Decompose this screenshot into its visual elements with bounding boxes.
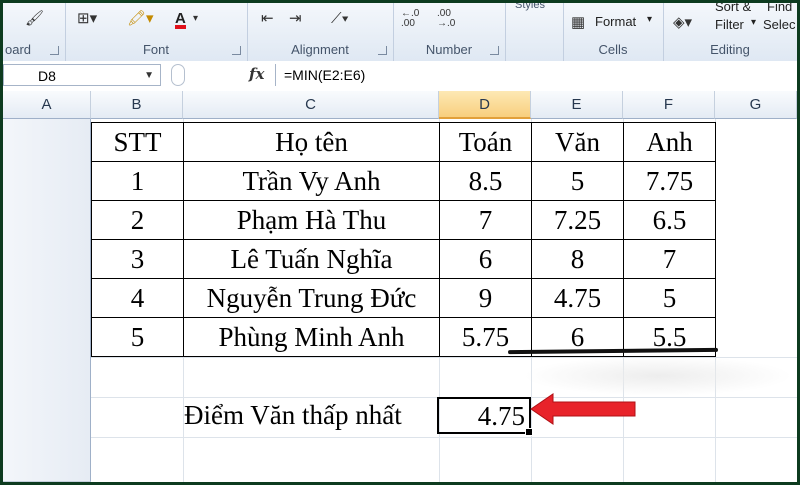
table-cell[interactable]: 2 [91, 200, 184, 240]
sort-filter-label[interactable]: Sort & [715, 3, 751, 14]
table-row: 4 Nguyễn Trung Đức 9 4.75 5 [91, 278, 716, 318]
table-cell[interactable]: 4 [91, 278, 184, 318]
table-cell[interactable]: Phùng Minh Anh [183, 317, 440, 357]
header-cell-name[interactable]: Họ tên [183, 122, 440, 162]
format-painter-icon[interactable]: 🖌 [25, 9, 44, 29]
column-header-D[interactable]: D [439, 91, 531, 119]
alignment-group: ⇤ ⇥ ⟋▾ Alignment [247, 3, 394, 61]
table-cell[interactable]: 9 [439, 278, 532, 318]
font-launcher-icon[interactable] [232, 46, 241, 55]
format-button[interactable]: Format [595, 14, 636, 29]
table-cell[interactable]: 5 [91, 317, 184, 357]
font-color-dropdown-icon[interactable]: ▾ [193, 9, 198, 29]
score-table: STT Họ tên Toán Văn Anh 1 Trần Vy Anh 8.… [91, 122, 716, 357]
table-cell[interactable]: 5 [531, 161, 624, 201]
decrease-decimal-icon[interactable]: .00 →.0 [437, 9, 471, 29]
formula-bar: D8 ▼ fx =MIN(E2:E6) [3, 61, 797, 92]
format-icon[interactable]: ▦ [571, 13, 585, 33]
column-header-B[interactable]: B [91, 91, 183, 119]
fill-color-icon[interactable]: 🖍▾ [127, 9, 154, 29]
clipboard-launcher-icon[interactable] [50, 46, 59, 55]
table-cell[interactable]: Trần Vy Anh [183, 161, 440, 201]
header-cell-math[interactable]: Toán [439, 122, 532, 162]
column-header-G[interactable]: G [715, 91, 797, 119]
table-cell[interactable]: 7.75 [623, 161, 716, 201]
number-group-label: Number [425, 42, 473, 57]
column-header-F[interactable]: F [623, 91, 715, 119]
alignment-group-label: Alignment [291, 42, 349, 57]
header-cell-english[interactable]: Anh [623, 122, 716, 162]
styles-group: Styles [505, 3, 564, 61]
worksheet-grid[interactable]: A B C D E F G STT Họ tên Toán Văn Anh 1 … [3, 91, 797, 482]
clear-icon[interactable]: ◈▾ [673, 13, 692, 33]
table-row: 3 Lê Tuấn Nghĩa 6 8 7 [91, 239, 716, 279]
table-cell[interactable]: Phạm Hà Thu [183, 200, 440, 240]
editing-group-label: Editing [710, 42, 750, 57]
table-cell[interactable]: 7 [623, 239, 716, 279]
font-color-icon[interactable]: A [175, 9, 186, 29]
red-arrow-icon [530, 393, 636, 425]
table-cell[interactable]: 7.25 [531, 200, 624, 240]
number-launcher-icon[interactable] [490, 46, 499, 55]
table-header-row: STT Họ tên Toán Văn Anh [91, 122, 716, 162]
table-cell[interactable]: 3 [91, 239, 184, 279]
clipboard-group: 🖌 oard [3, 3, 66, 61]
smudge-mark [523, 356, 793, 396]
selected-cell-d8[interactable]: 4.75 [437, 397, 533, 436]
styles-group-label: Styles [515, 3, 545, 11]
excel-window: 🖌 oard ⊞▾ 🖍▾ A ▾ Font ⇤ ⇥ ⟋▾ Alignment ←… [3, 3, 797, 482]
header-cell-stt[interactable]: STT [91, 122, 184, 162]
table-cell[interactable]: 5 [623, 278, 716, 318]
insert-function-icon[interactable]: fx [249, 65, 264, 83]
fill-handle[interactable] [525, 428, 533, 436]
decrease-indent-icon[interactable]: ⇤ [261, 9, 274, 29]
min-score-label[interactable]: Điểm Văn thấp nhất [184, 400, 402, 431]
column-header-C[interactable]: C [183, 91, 439, 119]
table-cell[interactable]: 6 [439, 239, 532, 279]
table-cell[interactable]: 8.5 [439, 161, 532, 201]
table-row: 2 Phạm Hà Thu 7 7.25 6.5 [91, 200, 716, 240]
format-dropdown-icon[interactable]: ▾ [647, 14, 652, 25]
column-header-E[interactable]: E [531, 91, 623, 119]
number-group: ←.0 .00 .00 →.0 Number [393, 3, 506, 61]
cells-group-label: Cells [598, 42, 628, 57]
table-cell[interactable]: Nguyễn Trung Đức [183, 278, 440, 318]
min-score-value: 4.75 [477, 401, 525, 431]
table-row: 1 Trần Vy Anh 8.5 5 7.75 [91, 161, 716, 201]
select-button[interactable]: Selec [763, 17, 796, 32]
name-box-value: D8 [38, 68, 56, 84]
alignment-launcher-icon[interactable] [378, 46, 387, 55]
find-label[interactable]: Find [767, 3, 792, 14]
orientation-icon[interactable]: ⟋▾ [331, 9, 349, 29]
name-box[interactable]: D8 ▼ [3, 64, 161, 86]
table-cell[interactable]: 6.5 [623, 200, 716, 240]
column-header-A[interactable]: A [3, 91, 91, 119]
font-group: ⊞▾ 🖍▾ A ▾ Font [65, 3, 248, 61]
table-cell[interactable]: 8 [531, 239, 624, 279]
table-cell[interactable]: 7 [439, 200, 532, 240]
formula-input[interactable]: =MIN(E2:E6) [275, 64, 797, 86]
ribbon: 🖌 oard ⊞▾ 🖍▾ A ▾ Font ⇤ ⇥ ⟋▾ Alignment ←… [3, 3, 797, 62]
header-cell-literature[interactable]: Văn [531, 122, 624, 162]
filter-button[interactable]: Filter [715, 17, 744, 32]
table-cell[interactable]: 1 [91, 161, 184, 201]
name-box-dropdown-icon[interactable]: ▼ [144, 65, 154, 87]
formula-bar-divider-handle[interactable] [171, 64, 185, 86]
increase-indent-icon[interactable]: ⇥ [289, 9, 302, 29]
table-cell[interactable]: Lê Tuấn Nghĩa [183, 239, 440, 279]
increase-decimal-icon[interactable]: ←.0 .00 [401, 9, 435, 29]
row-header-area[interactable] [3, 119, 91, 482]
table-cell[interactable]: 4.75 [531, 278, 624, 318]
cells-group: ▦ Format ▾ Cells [563, 3, 664, 61]
filter-dropdown-icon[interactable]: ▾ [751, 17, 756, 28]
borders-icon[interactable]: ⊞▾ [77, 9, 97, 29]
editing-group: ◈▾ Sort & Find Filter ▾ Selec Editing [663, 3, 797, 61]
font-group-label: Font [142, 42, 169, 57]
